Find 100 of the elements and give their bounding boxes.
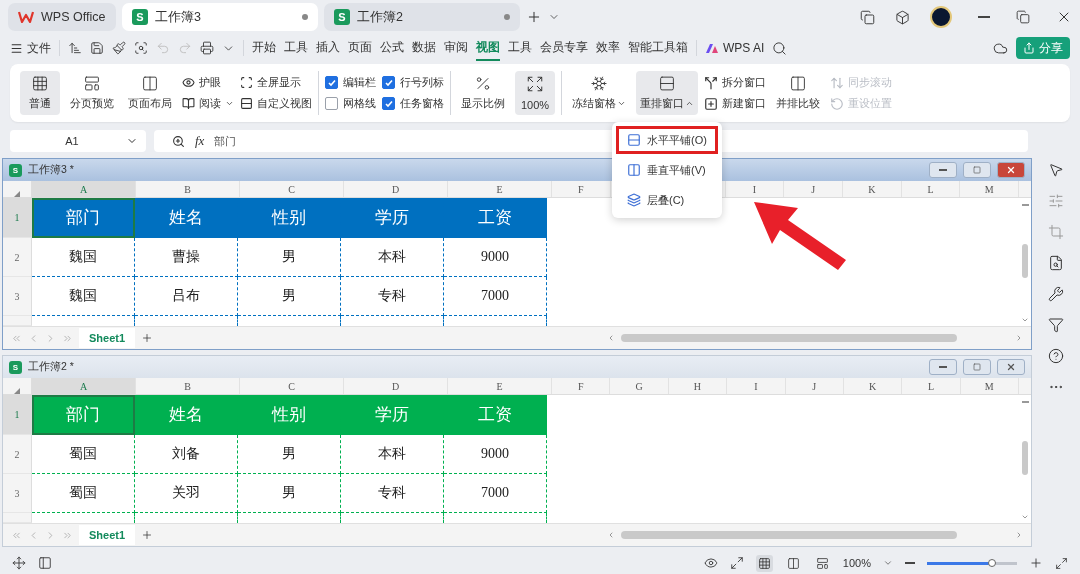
wps-ai-button[interactable]: WPS AI xyxy=(705,41,765,55)
menu-tab[interactable]: 工具 xyxy=(508,35,532,61)
column-header[interactable]: H xyxy=(668,378,728,394)
avatar[interactable] xyxy=(930,6,952,28)
column-header[interactable]: I xyxy=(725,181,785,197)
column-header[interactable]: L xyxy=(901,181,961,197)
view-button[interactable]: 分页预览 xyxy=(66,71,118,115)
column-header[interactable]: C xyxy=(240,181,344,197)
menu-tab[interactable]: 公式 xyxy=(380,35,404,61)
close-button[interactable] xyxy=(997,162,1025,178)
scroll-left-icon[interactable] xyxy=(607,334,615,342)
zoom-button[interactable]: 显示比例 xyxy=(457,71,509,115)
ribbon-button[interactable]: 拆分窗口 xyxy=(704,75,766,90)
scroll-up-icon[interactable] xyxy=(1021,204,1029,206)
column-header[interactable]: M xyxy=(960,181,1020,197)
ribbon-button[interactable]: 全屏显示 xyxy=(240,75,312,90)
scroll-right-icon[interactable] xyxy=(1015,334,1023,342)
checkbox[interactable]: 编辑栏 xyxy=(325,75,376,90)
checkbox-box[interactable] xyxy=(325,76,338,89)
view-mode-button[interactable] xyxy=(755,554,773,572)
sort-icon xyxy=(68,41,82,55)
column-header[interactable]: E xyxy=(448,181,552,197)
ribbon-button[interactable]: 自定义视图 xyxy=(240,96,312,111)
scroll-left-icon[interactable] xyxy=(607,531,615,539)
ribbon-button[interactable]: 新建窗口 xyxy=(704,96,766,111)
menu-item[interactable]: 水平平铺(O) xyxy=(616,126,718,154)
column-header[interactable]: B xyxy=(136,378,240,394)
row-header[interactable]: 3 xyxy=(3,277,32,316)
scroll-down-icon[interactable] xyxy=(1021,513,1029,521)
checkbox[interactable]: 行号列标 xyxy=(382,75,444,90)
column-header[interactable]: D xyxy=(344,378,448,394)
menu-tab[interactable]: 开始 xyxy=(252,35,276,61)
close-button[interactable] xyxy=(997,359,1025,375)
restore-button[interactable] xyxy=(963,359,991,375)
column-header[interactable]: B xyxy=(136,181,240,197)
column-header[interactable]: I xyxy=(727,378,786,394)
view-button[interactable]: 页面布局 xyxy=(124,71,176,115)
column-header[interactable]: K xyxy=(843,181,902,197)
scroll-right-icon[interactable] xyxy=(1015,531,1023,539)
row-header[interactable]: 2 xyxy=(3,238,32,277)
checkbox-box[interactable] xyxy=(382,76,395,89)
row-header[interactable]: 3 xyxy=(3,474,32,513)
window-title: 工作簿3 * xyxy=(28,163,74,177)
column-header[interactable]: A xyxy=(32,378,136,394)
menu-item[interactable]: 垂直平铺(V) xyxy=(616,156,718,184)
menu-tab[interactable]: 效率 xyxy=(596,35,620,61)
scroll-down-icon[interactable] xyxy=(1021,316,1029,324)
menu-tab[interactable]: 页面 xyxy=(348,35,372,61)
column-header[interactable]: M xyxy=(960,378,1019,394)
view-button[interactable]: 普通 xyxy=(20,71,60,115)
row-header[interactable]: 1 xyxy=(3,198,32,238)
menu-tab[interactable]: 审阅 xyxy=(444,35,468,61)
column-header[interactable]: K xyxy=(843,378,903,394)
app-tab[interactable]: S 工作簿3 xyxy=(122,3,318,31)
minimize-button[interactable] xyxy=(929,359,957,375)
column-header[interactable]: E xyxy=(448,378,552,394)
scrollbar-thumb[interactable] xyxy=(1022,440,1028,475)
row-header[interactable]: 1 xyxy=(3,395,32,435)
checkbox[interactable]: 任务窗格 xyxy=(382,96,444,111)
column-header[interactable]: D xyxy=(344,181,448,197)
horizontal-scrollbar[interactable] xyxy=(621,334,957,342)
row-header[interactable]: 2 xyxy=(3,435,32,474)
checkbox-box[interactable] xyxy=(382,97,395,110)
menu-tab[interactable]: 会员专享 xyxy=(540,35,588,61)
menu-tab[interactable]: 视图 xyxy=(476,35,500,61)
checkbox-box[interactable] xyxy=(325,97,338,110)
name-box[interactable]: A1 xyxy=(10,130,146,152)
horizontal-scrollbar[interactable] xyxy=(621,531,957,539)
column-header[interactable]: L xyxy=(902,378,961,394)
scrollbar-thumb[interactable] xyxy=(1022,243,1028,278)
slider-thumb[interactable] xyxy=(987,558,996,567)
menu-tab[interactable]: 工具 xyxy=(284,35,308,61)
scroll-up-icon[interactable] xyxy=(1021,401,1029,403)
sheet-tab[interactable]: Sheet1 xyxy=(79,525,136,545)
app-tab[interactable]: WPS Office xyxy=(8,3,116,31)
zoom-button[interactable]: 100% xyxy=(515,71,555,115)
window-button[interactable]: 冻结窗格 xyxy=(568,71,630,115)
ribbon-button[interactable]: 阅读 xyxy=(182,96,234,111)
checkbox[interactable]: 网格线 xyxy=(325,96,376,111)
column-header[interactable]: C xyxy=(240,378,344,394)
menu-tab[interactable]: 插入 xyxy=(316,35,340,61)
sheet-tab[interactable]: Sheet1 xyxy=(79,328,136,348)
minimize-button[interactable] xyxy=(929,162,957,178)
menu-tab[interactable]: 智能工具箱 xyxy=(628,35,688,61)
compare-button[interactable]: 并排比较 xyxy=(772,71,824,115)
ribbon-button[interactable]: 护眼 xyxy=(182,75,234,90)
column-header[interactable]: F xyxy=(552,181,611,197)
menu-item[interactable]: 层叠(C) xyxy=(616,186,718,214)
column-header[interactable]: J xyxy=(784,181,843,197)
column-header[interactable]: G xyxy=(610,378,669,394)
zoom-slider[interactable] xyxy=(927,561,1017,565)
restore-button[interactable] xyxy=(963,162,991,178)
file-menu[interactable]: 文件 xyxy=(10,39,51,57)
column-header[interactable]: J xyxy=(785,378,844,394)
column-header[interactable]: A xyxy=(32,181,136,197)
zoom-percent[interactable]: 100% xyxy=(842,557,871,569)
menu-tab[interactable]: 数据 xyxy=(412,35,436,61)
app-tab[interactable]: S 工作簿2 xyxy=(324,3,520,31)
window-button[interactable]: 重排窗口 xyxy=(636,71,698,115)
column-header[interactable]: F xyxy=(552,378,611,394)
